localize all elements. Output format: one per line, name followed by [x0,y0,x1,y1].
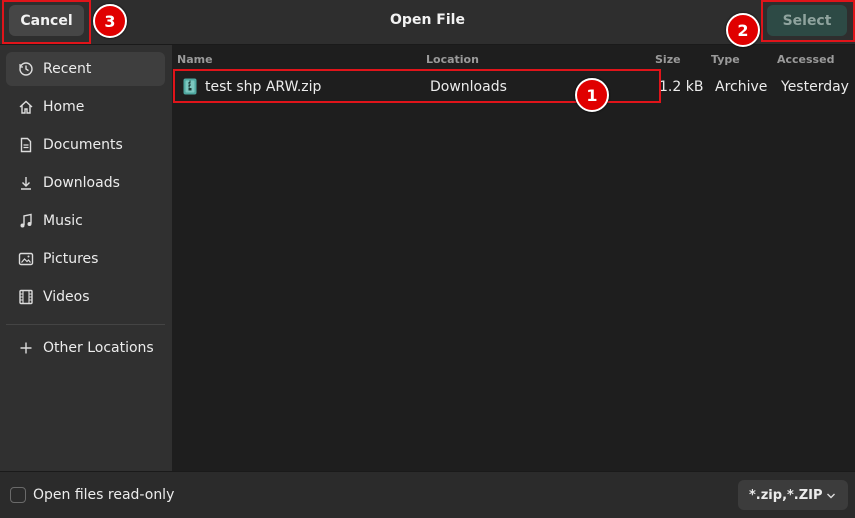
column-header-location[interactable]: Location [426,53,479,66]
select-button-label: Select [782,12,832,29]
music-note-icon [17,213,35,229]
document-icon [17,137,35,153]
file-size: 1.2 kB [659,79,704,95]
read-only-checkbox[interactable] [10,487,26,503]
zip-file-icon [183,78,197,99]
download-icon [17,175,35,191]
sidebar-item-label: Recent [43,61,92,77]
sidebar-item-home[interactable]: Home [6,90,165,124]
picture-icon [17,251,35,267]
column-header-type[interactable]: Type [711,53,740,66]
chevron-down-icon [826,490,836,505]
plus-icon [17,340,35,356]
sidebar-item-pictures[interactable]: Pictures [6,242,165,276]
annotation-badge-1: 1 [575,78,609,112]
sidebar-item-label: Music [43,213,83,229]
annotation-badge-2: 2 [726,13,760,47]
sidebar-item-label: Pictures [43,251,99,267]
sidebar-item-label: Home [43,99,85,115]
sidebar-item-label: Documents [43,137,123,153]
file-accessed: Yesterday [781,79,849,95]
sidebar-item-label: Other Locations [43,340,154,356]
column-header-size[interactable]: Size [655,53,681,66]
sidebar-item-other-locations[interactable]: Other Locations [6,331,165,365]
home-icon [17,99,35,115]
sidebar-item-recent[interactable]: Recent [6,52,165,86]
sidebar-item-videos[interactable]: Videos [6,280,165,314]
annotation-badge-3: 3 [93,4,127,38]
sidebar-item-music[interactable]: Music [6,204,165,238]
sidebar-item-documents[interactable]: Documents [6,128,165,162]
places-sidebar: Recent Home Documents Downloads Music Pi… [0,45,173,471]
read-only-label[interactable]: Open files read-only [33,487,174,503]
file-name: test shp ARW.zip [205,79,322,95]
file-location: Downloads [430,79,507,95]
column-header-name[interactable]: Name [177,53,213,66]
sidebar-item-downloads[interactable]: Downloads [6,166,165,200]
table-row[interactable]: test shp ARW.zip Downloads 1.2 kB Archiv… [173,72,855,102]
clock-icon [17,61,35,77]
select-button[interactable]: Select [767,5,847,36]
sidebar-item-label: Videos [43,289,90,305]
film-icon [17,289,35,305]
sidebar-item-label: Downloads [43,175,120,191]
footer-bar: Open files read-only *.zip,*.ZIP [0,471,855,518]
file-type: Archive [715,79,768,95]
file-list: Name Location Size Type Accessed test sh… [173,45,855,471]
file-type-filter-dropdown[interactable]: *.zip,*.ZIP [738,480,848,510]
filter-label: *.zip,*.ZIP [749,487,823,503]
column-header-accessed[interactable]: Accessed [777,53,834,66]
sidebar-divider [6,324,165,325]
